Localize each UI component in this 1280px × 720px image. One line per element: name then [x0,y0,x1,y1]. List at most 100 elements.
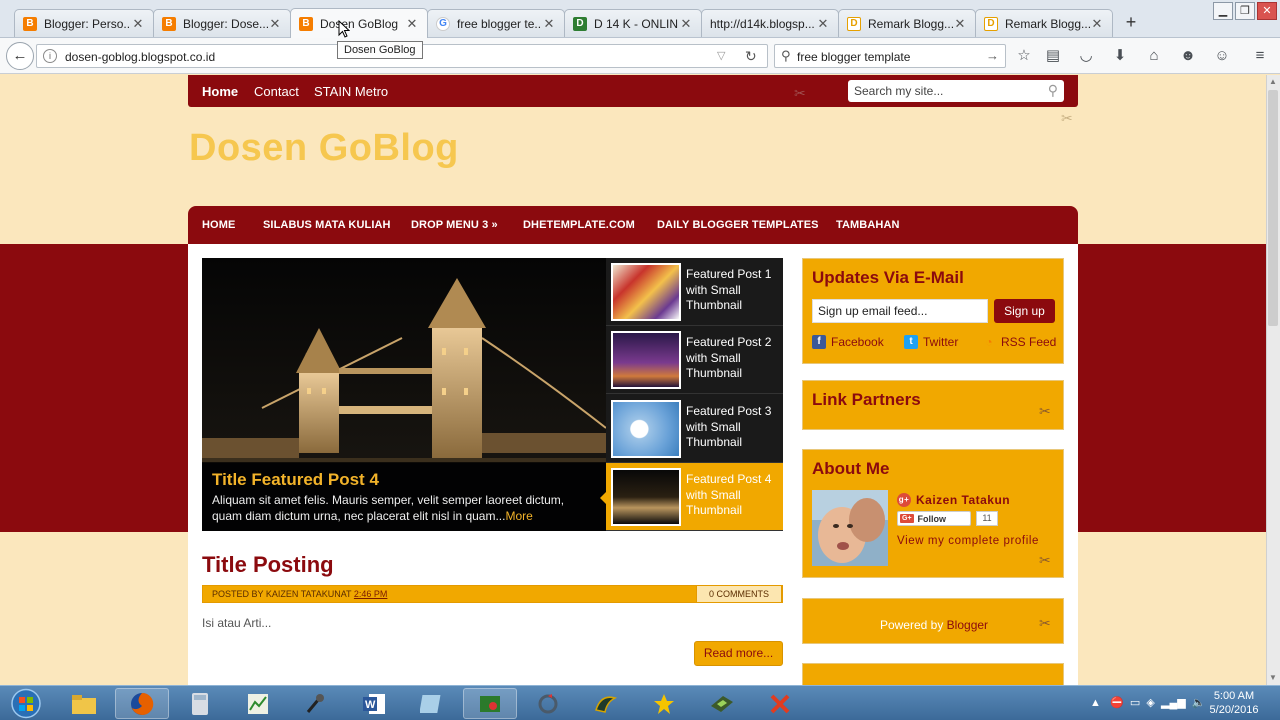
file-explorer-icon[interactable] [57,688,111,719]
tab-remark-blogger-2[interactable]: D Remark Blogg... ✕ [975,9,1113,37]
slide-title[interactable]: Title Featured Post 4 [212,470,379,490]
site-title[interactable]: Dosen GoBlog [189,127,459,170]
close-tab-icon[interactable]: ✕ [1090,16,1104,32]
tab-google-search[interactable]: G free blogger te... ✕ [427,9,565,37]
minimize-icon[interactable]: ▁ [1213,2,1233,20]
close-tab-icon[interactable]: ✕ [953,16,967,32]
email-feed-input[interactable]: Sign up email feed... [812,299,988,323]
menu-drop-menu-3[interactable]: DROP MENU 3 » [411,219,498,231]
x-app-icon[interactable] [753,688,807,719]
read-more-button[interactable]: Read more... [694,641,783,666]
tray-app-icon[interactable]: ◈ [1146,697,1154,709]
sync-icon[interactable] [521,688,575,719]
scroll-down-icon[interactable]: ▼ [1268,673,1278,682]
twitter-link[interactable]: t Twitter [904,335,958,349]
edit-wrench-icon[interactable]: ✂ [1039,552,1051,569]
dropdown-icon[interactable]: ▽ [717,49,725,62]
powered-blogger-link[interactable]: Blogger [947,618,988,632]
video-editor-icon[interactable] [695,688,749,719]
info-icon[interactable]: i [43,49,57,63]
tab-d14k-online[interactable]: D D 14 K - ONLINE ✕ [564,9,702,37]
thumb-item-active[interactable]: Featured Post 4 with Small Thumbnail [606,463,783,531]
menu-daily-blogger-templates[interactable]: DAILY BLOGGER TEMPLATES [657,219,819,231]
download-icon[interactable]: ⬇ [1110,46,1130,66]
calculator-icon[interactable] [173,688,227,719]
widget-title: About Me [812,459,890,478]
go-arrow-icon[interactable]: → [986,48,999,63]
tab-title: free blogger te... [457,16,542,31]
tray-security-icon[interactable]: ⛔ [1110,697,1124,709]
menu-silabus[interactable]: SILABUS MATA KULIAH [263,219,391,231]
tab-remark-blogger-1[interactable]: D Remark Blogg... ✕ [838,9,976,37]
slide-more-link[interactable]: More [505,509,532,523]
tab-blogger-personal[interactable]: B Blogger: Perso... ✕ [14,9,154,37]
edit-wrench-icon[interactable]: ✂ [1061,110,1073,127]
reload-icon[interactable]: ↻ [745,48,757,65]
ducks-app-icon[interactable] [579,688,633,719]
browser-search-bar[interactable]: ⚲ free blogger template → [774,44,1006,68]
nav-stain-metro-link[interactable]: STAIN Metro [314,84,388,99]
tab-title: Remark Blogg... [868,16,953,31]
firefox-icon[interactable] [115,688,169,719]
post-title[interactable]: Title Posting [202,552,334,578]
search-icon[interactable]: ⚲ [1048,82,1058,99]
edit-wrench-icon[interactable]: ✂ [1039,403,1051,420]
pocket-icon[interactable]: ◡ [1076,46,1096,66]
chart-app-icon[interactable] [231,688,285,719]
taskbar-clock[interactable]: 5:00 AM 5/20/2016 [1204,689,1264,717]
back-arrow-icon[interactable]: ← [6,42,34,70]
word-icon[interactable]: W [347,688,401,719]
thumb-item[interactable]: Featured Post 3 with Small Thumbnail [606,395,783,463]
scrollbar-thumb[interactable] [1268,90,1278,326]
close-window-icon[interactable]: ✕ [1257,2,1277,20]
comments-link[interactable]: 0 COMMENTS [696,585,782,603]
close-tab-icon[interactable]: ✕ [679,16,693,32]
tab-d14k-blogspot[interactable]: http://d14k.blogsp... ✕ [701,9,839,37]
microphone-icon[interactable] [289,688,343,719]
tray-device-icon[interactable]: ▭ [1130,697,1140,709]
rss-link[interactable]: ◔ RSS Feed [982,335,1056,349]
home-icon[interactable]: ⌂ [1144,46,1164,66]
facebook-icon: f [812,335,826,349]
network-icon[interactable]: ▂▄▆ [1161,697,1186,709]
camtasia-icon[interactable] [463,688,517,719]
edit-wrench-icon[interactable]: ✂ [794,85,806,102]
site-search-input[interactable]: Search my site... ⚲ [848,80,1064,102]
thumb-item[interactable]: Featured Post 2 with Small Thumbnail [606,326,783,394]
menu-dhetemplate[interactable]: DHETEMPLATE.COM [523,219,635,231]
view-profile-link[interactable]: View my complete profile [897,535,1039,547]
star-app-icon[interactable] [637,688,691,719]
tab-blogger-dosen[interactable]: B Blogger: Dose... ✕ [153,9,291,37]
tab-title: Dosen GoBlog [320,16,399,31]
menu-home[interactable]: HOME [202,219,235,231]
nav-home-link[interactable]: Home [202,84,238,99]
new-tab-icon[interactable]: + [1120,12,1142,33]
menu-icon[interactable]: ≡ [1250,46,1270,66]
post-time-link[interactable]: 2:46 PM [354,589,388,599]
profile-name[interactable]: g+ Kaizen Tatakun [897,493,1010,507]
facebook-link[interactable]: f Facebook [812,335,884,349]
notepad-icon[interactable] [405,688,459,719]
profile-avatar[interactable] [812,490,888,566]
close-tab-icon[interactable]: ✕ [405,16,419,32]
bookmark-star-icon[interactable]: ☆ [1014,46,1034,66]
close-tab-icon[interactable]: ✕ [542,16,556,32]
scroll-up-icon[interactable]: ▲ [1268,77,1278,86]
windows-start-icon[interactable] [4,687,48,720]
follow-button[interactable]: G+ Follow [897,511,971,526]
powered-prefix: Powered by [879,618,944,632]
edit-wrench-icon[interactable]: ✂ [1039,615,1051,632]
close-tab-icon[interactable]: ✕ [268,16,282,32]
tray-expand-icon[interactable]: ▲ [1090,697,1101,709]
signup-button[interactable]: Sign up [994,299,1055,323]
tab-dosen-goblog[interactable]: B Dosen GoBlog ✕ [290,8,428,38]
chat-icon[interactable]: ☻ [1178,46,1198,66]
close-tab-icon[interactable]: ✕ [131,16,145,32]
restore-icon[interactable]: ❐ [1235,2,1255,20]
thumb-item[interactable]: Featured Post 1 with Small Thumbnail [606,258,783,326]
close-tab-icon[interactable]: ✕ [816,16,830,32]
reading-list-icon[interactable]: ▤ [1043,46,1063,66]
nav-contact-link[interactable]: Contact [254,84,299,99]
menu-tambahan[interactable]: TAMBAHAN [836,219,900,231]
emoji-icon[interactable]: ☺ [1212,46,1232,66]
